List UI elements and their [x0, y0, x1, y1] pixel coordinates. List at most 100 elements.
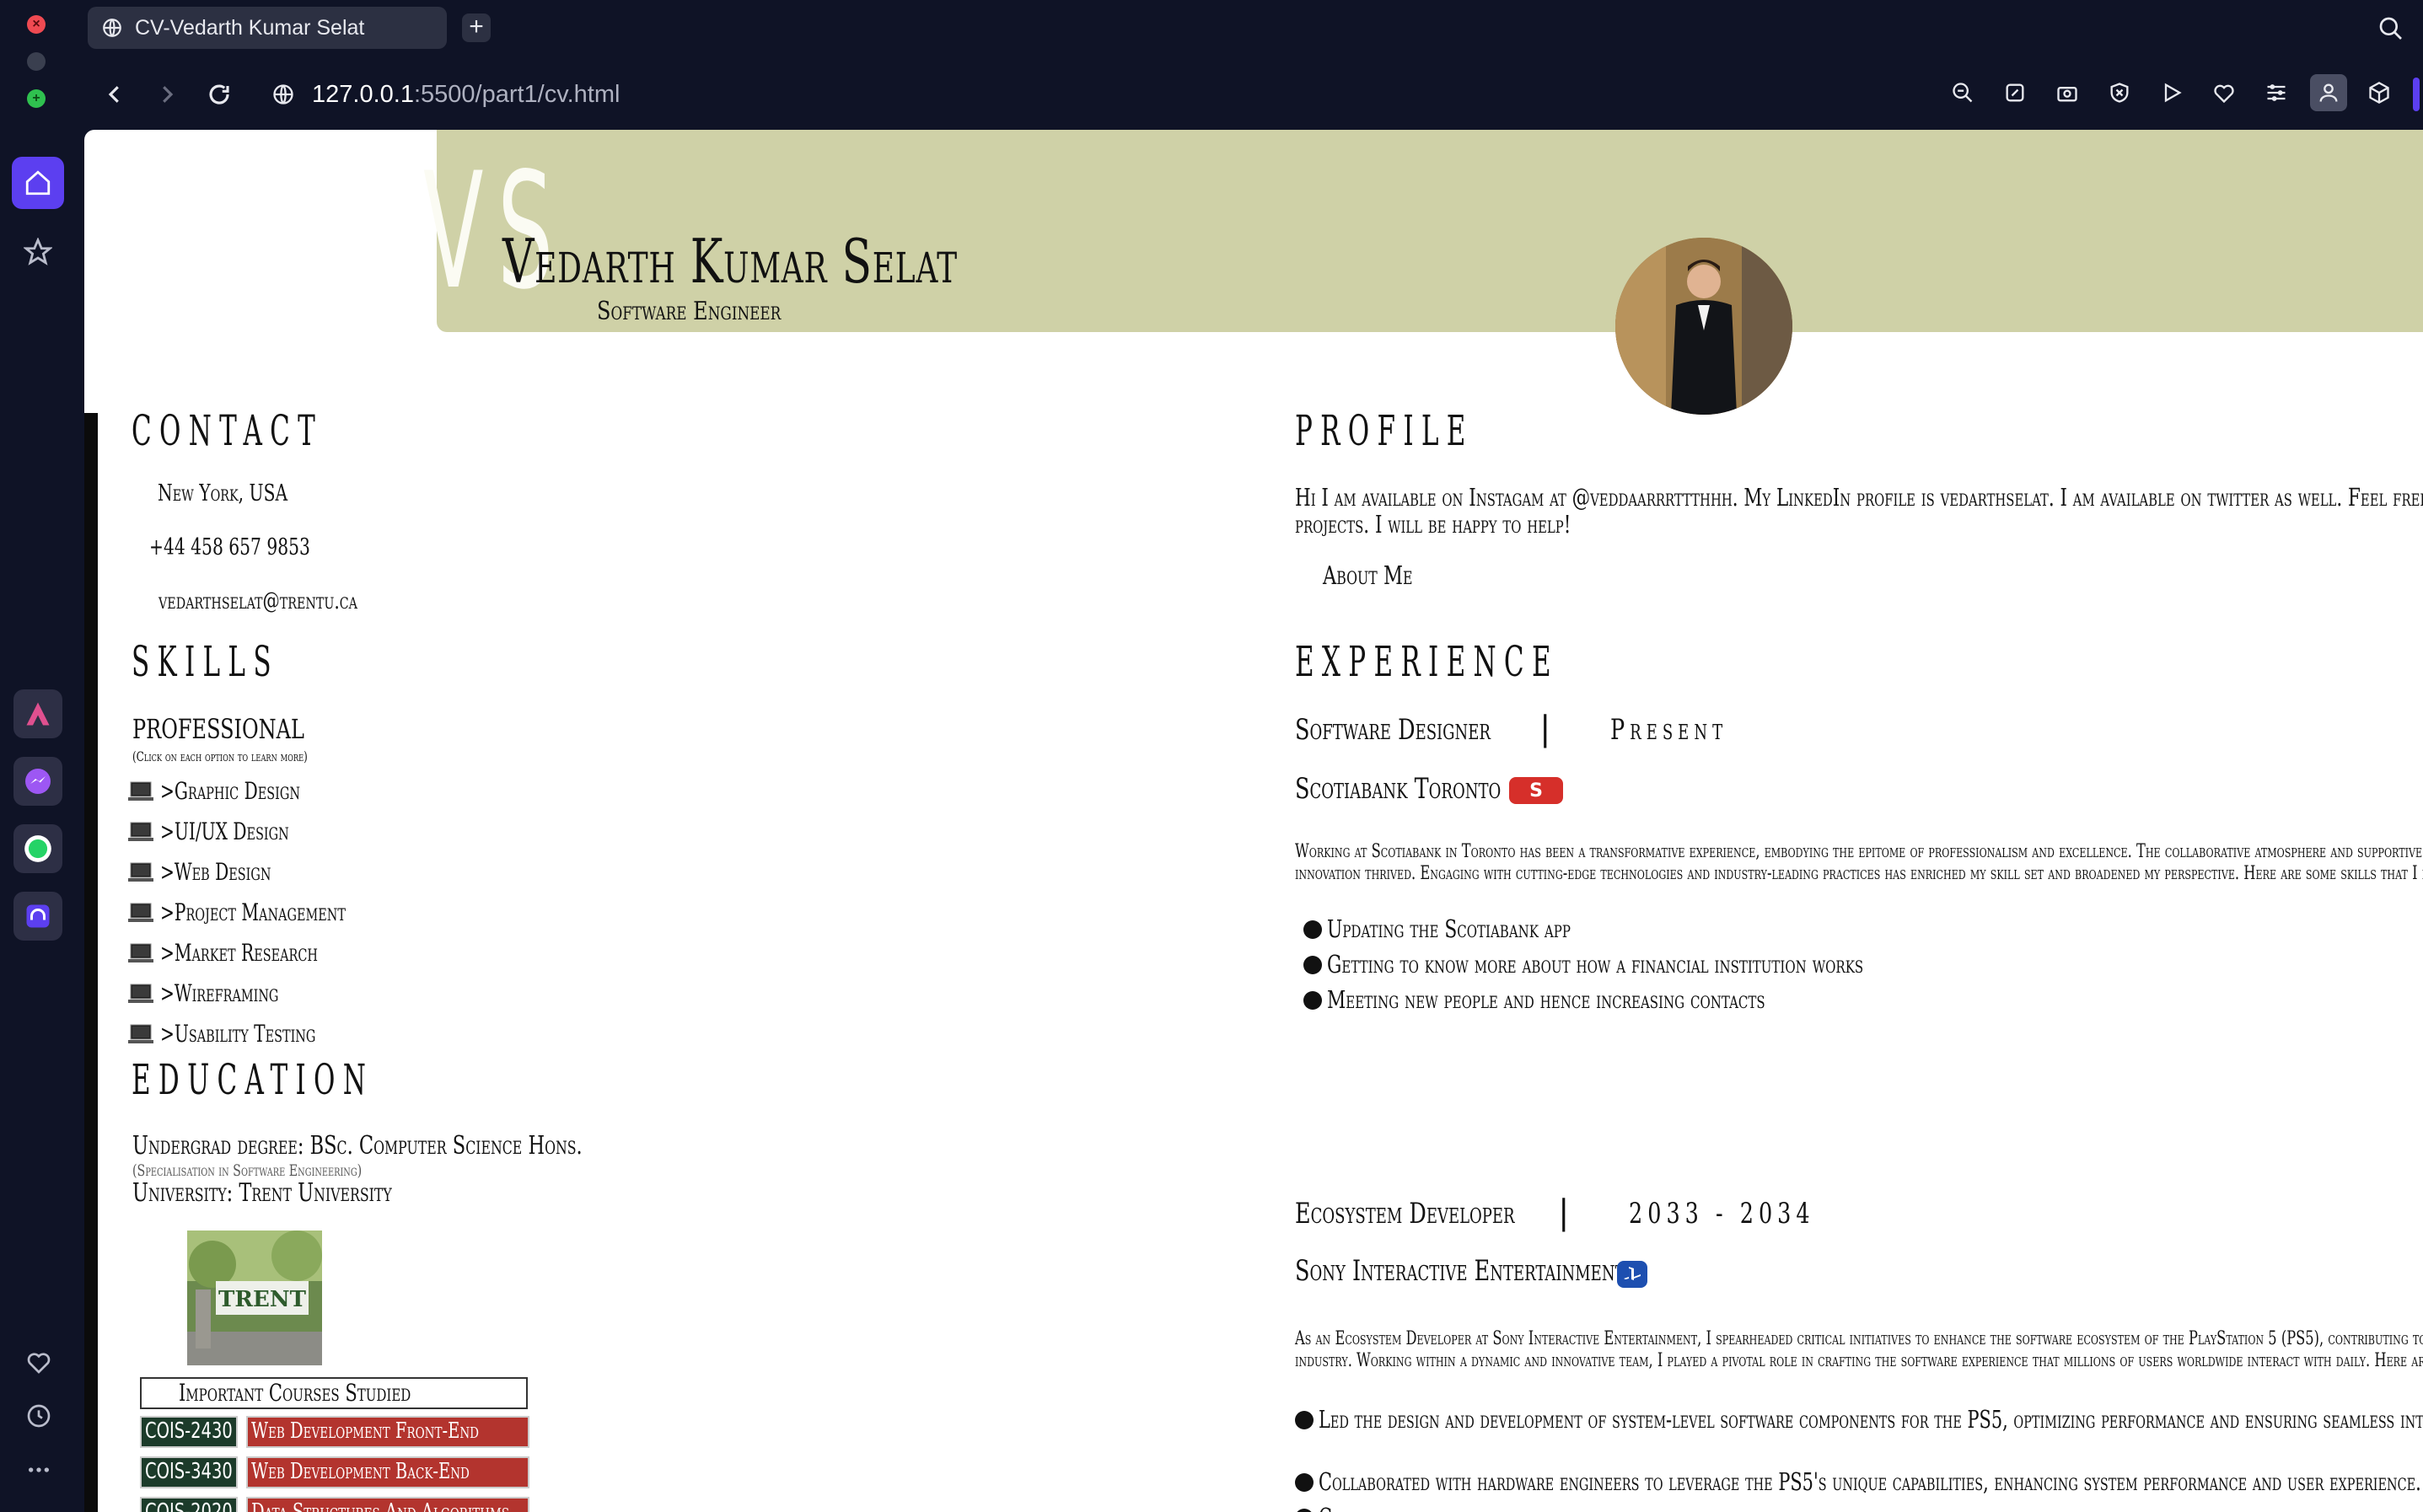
- about-me-link[interactable]: About Me: [1323, 561, 1443, 591]
- snapshot-button[interactable]: [2049, 74, 2086, 111]
- sliders-icon: [2267, 84, 2286, 101]
- contact-location: New York, USA: [158, 480, 288, 507]
- sidebar-app-whatsapp[interactable]: [13, 824, 62, 873]
- clock-icon: [27, 1404, 51, 1428]
- bullet-dot: [1303, 991, 1322, 1010]
- back-arrow-icon: [108, 86, 119, 103]
- star-icon: [24, 238, 52, 265]
- player-button[interactable]: [2153, 74, 2190, 111]
- job-title-2: Ecosystem Developer: [1295, 1197, 1515, 1231]
- more-icon: [29, 1467, 49, 1472]
- bullet-dot: [1303, 956, 1322, 974]
- bullet-dot: [1295, 1509, 1314, 1512]
- page-viewport: VS Vedarth Kumar Selat Software Engineer…: [84, 130, 2423, 1512]
- experience-bullet: Meeting new people and hence increasing …: [1303, 986, 1911, 1013]
- url-path: :5500/part1/cv.html: [413, 80, 621, 108]
- playstation-logo: [1617, 1261, 1647, 1288]
- search-icon: [2379, 17, 2402, 40]
- address-toolbar: 127.0.0.1:5500/part1/cv.html: [81, 61, 2423, 128]
- skill-item[interactable]: >Market Research: [128, 939, 379, 967]
- tab-search-button[interactable]: [2377, 15, 2404, 46]
- camera-icon: [2057, 87, 2077, 102]
- new-tab-button[interactable]: +: [462, 13, 491, 42]
- profile-button[interactable]: [2310, 74, 2347, 111]
- skill-label: >Wireframing: [160, 979, 279, 1007]
- site-info-icon: [273, 84, 293, 105]
- course-code: COIS-3430: [140, 1456, 238, 1488]
- skill-label: >Usability Testing: [160, 1020, 316, 1048]
- course-code: COIS-2430: [140, 1416, 238, 1448]
- sidebar-app-aria[interactable]: [13, 689, 62, 738]
- job-separator-2: |: [1558, 1193, 1570, 1232]
- university-image: TRENT: [187, 1231, 322, 1365]
- laptop-icon: [128, 943, 153, 962]
- scotiabank-logo: S: [1509, 777, 1563, 804]
- extensions-button[interactable]: [2361, 74, 2398, 111]
- skill-label: >Web Design: [160, 858, 271, 886]
- left-edge-rule: [84, 413, 98, 1512]
- laptop-icon: [128, 1024, 153, 1043]
- forward-button[interactable]: [148, 76, 185, 113]
- skill-item[interactable]: >Project Management: [128, 898, 417, 926]
- skill-item[interactable]: >Graphic Design: [128, 777, 354, 805]
- aria-icon: [26, 702, 50, 726]
- skill-item[interactable]: >Usability Testing: [128, 1020, 376, 1048]
- active-tab[interactable]: CV-Vedarth Kumar Selat: [88, 7, 447, 49]
- university-sign-text: TRENT: [218, 1287, 307, 1312]
- course-row: COIS-2020 Data Structures And Algorithms: [140, 1497, 529, 1512]
- headphones-icon: [26, 904, 50, 928]
- bullet-dot: [1295, 1473, 1314, 1492]
- close-window-button[interactable]: ×: [27, 15, 46, 34]
- bookmark-button[interactable]: [2205, 74, 2243, 111]
- zoom-button[interactable]: [1944, 74, 1981, 111]
- play-icon: [2164, 83, 2182, 103]
- bullet-dot: [1295, 1411, 1314, 1429]
- skills-heading: SKILLS: [132, 637, 279, 686]
- skill-item[interactable]: >Web Design: [128, 858, 314, 886]
- bullet-text: Updating the Scotiabank app: [1327, 914, 1571, 943]
- favorites-button[interactable]: [12, 226, 64, 278]
- experience-bullet: Championed developer tools and libraries…: [1295, 1504, 2423, 1512]
- laptop-icon: [128, 862, 153, 882]
- profile-photo: [1615, 238, 1792, 415]
- minimize-window-button[interactable]: [27, 52, 46, 71]
- page-title: Vedarth Kumar Selat: [502, 226, 958, 297]
- pinboard-button[interactable]: [22, 1345, 56, 1379]
- experience-bullet: Led the design and development of system…: [1295, 1406, 2423, 1433]
- course-title: Web Development Front-End: [246, 1416, 529, 1448]
- reload-button[interactable]: [201, 76, 238, 113]
- sidebar-app-messenger[interactable]: [13, 757, 62, 806]
- contact-email[interactable]: vedarthselat@trentu.ca: [158, 588, 424, 614]
- skill-item[interactable]: >Wireframing: [128, 979, 325, 1007]
- course-row: COIS-2430 Web Development Front-End: [140, 1416, 529, 1448]
- playstation-icon: [1624, 1267, 1641, 1280]
- skill-item[interactable]: >UI/UX Design: [128, 818, 339, 845]
- skills-subheading: PROFESSIONAL: [132, 713, 304, 745]
- sidebar-app-music[interactable]: [13, 892, 62, 941]
- course-code: COIS-2020: [140, 1497, 238, 1512]
- settings-button[interactable]: [2258, 74, 2295, 111]
- job-role: Software Engineer: [597, 297, 782, 326]
- user-icon: [2319, 83, 2338, 102]
- edit-button[interactable]: [1996, 74, 2033, 111]
- sidebar-toggle[interactable]: [2413, 78, 2420, 111]
- home-button[interactable]: [12, 157, 64, 209]
- more-button[interactable]: [22, 1453, 56, 1487]
- laptop-icon: [128, 984, 153, 1003]
- bullet-text: Led the design and development of system…: [1319, 1405, 2423, 1434]
- skill-label: >Project Management: [160, 898, 346, 926]
- url-host: 127.0.0.1: [312, 80, 414, 108]
- adblock-button[interactable]: [2101, 74, 2138, 111]
- history-button[interactable]: [22, 1399, 56, 1433]
- job-separator-1: |: [1539, 710, 1551, 748]
- course-title: Web Development Back-End: [246, 1456, 529, 1488]
- address-bar[interactable]: 127.0.0.1:5500/part1/cv.html: [271, 81, 620, 109]
- skill-label: >Graphic Design: [160, 777, 300, 805]
- experience-heading: EXPERIENCE: [1295, 637, 1559, 686]
- laptop-icon: [128, 781, 153, 801]
- whatsapp-icon: [24, 835, 51, 862]
- heart-icon: [27, 1353, 51, 1374]
- back-button[interactable]: [96, 76, 133, 113]
- zoom-window-button[interactable]: +: [27, 89, 46, 108]
- company-2: Sony Interactive Entertainment: [1295, 1254, 1625, 1288]
